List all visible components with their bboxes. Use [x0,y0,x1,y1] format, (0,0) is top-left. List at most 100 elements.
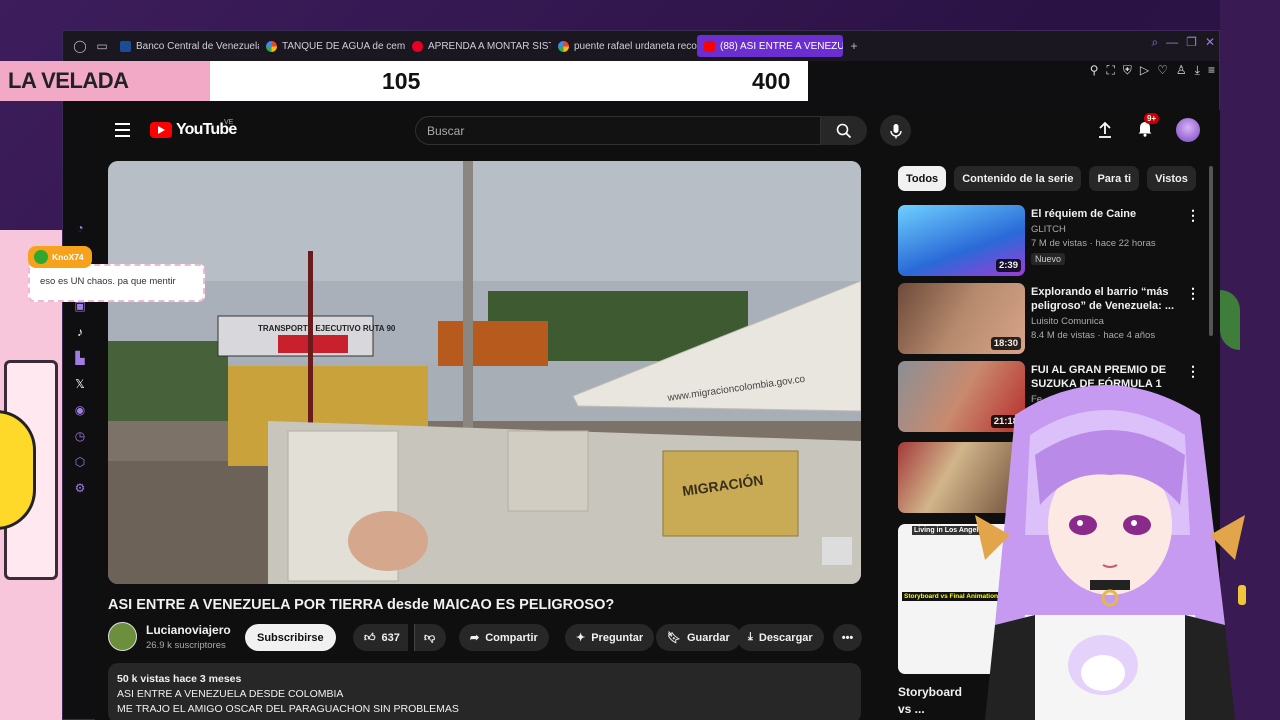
opera-logo-icon[interactable]: ◯ [69,35,91,57]
account-icon[interactable]: ♙ [1176,63,1187,78]
download-label: Descargar [758,631,813,644]
microphone-icon [889,123,902,138]
save-button[interactable]: 🔖︎ Guardar [656,624,741,651]
google-icon [266,40,277,52]
video-description[interactable]: 50 k vistas hace 3 meses ASI ENTRE A VEN… [108,663,861,720]
avatar[interactable] [1176,118,1200,142]
dislike-button[interactable]: 👎︎ [414,624,447,651]
tab-label: APRENDA A MONTAR SISTEMA [428,40,551,52]
close-icon[interactable]: ✕ [1205,35,1215,50]
more-vertical-icon[interactable]: ⋮ [1186,285,1200,302]
view-count-meta: 50 k vistas hace 3 meses [117,673,242,685]
tab-island-icon[interactable]: ▭ [91,35,113,57]
tab-label: (88) ASI ENTRE A VENEZUELA [720,40,843,52]
video-title: ASI ENTRE A VENEZUELA POR TIERRA desde M… [108,597,615,613]
tiktok-icon[interactable]: ♪ [77,325,83,339]
play-icon[interactable]: ▷ [1140,63,1149,78]
pinterest-icon [412,40,423,52]
search-input[interactable]: Buscar [415,116,821,145]
tab-0[interactable]: Banco Central de Venezuela [113,35,259,57]
save-label: Guardar [686,631,730,644]
twitch-icon[interactable]: ▙ [75,351,84,365]
download-icon[interactable]: ⤓ [1195,63,1200,78]
youtube-favicon-icon [704,40,715,52]
tab-3[interactable]: puente rafael urdaneta reconstrucción [551,35,697,57]
voice-search-button[interactable] [880,115,911,146]
share-icon: ➦ [470,632,480,644]
tab-4-active[interactable]: (88) ASI ENTRE A VENEZUELA [697,35,843,57]
ask-button[interactable]: ✦ Preguntar [565,624,655,651]
channel-name[interactable]: Lucianoviajero [146,623,231,637]
maximize-icon[interactable]: ❐ [1186,35,1197,50]
channel-subscribers: 26.9 k suscriptores [146,640,226,651]
tab-2[interactable]: APRENDA A MONTAR SISTEMA [405,35,551,57]
rec-meta: 7 M de vistas · hace 22 horas [1031,238,1156,249]
history-icon[interactable]: ◷ [75,429,85,443]
share-button[interactable]: ➦ Compartir [459,624,549,651]
channel-action-row: Lucianoviajero 26.9 k suscriptores Subsc… [108,622,868,652]
more-vertical-icon[interactable]: ⋮ [1186,207,1200,224]
settings-icon[interactable]: ⚙ [75,481,86,495]
chip-todos[interactable]: Todos [898,166,947,191]
rec-channel: Luisito Comunica [1031,316,1104,327]
snapshot-icon[interactable]: ⛶ [1106,63,1114,78]
recommendation-item[interactable]: 18:30 Explorando el barrio “más peligros… [898,283,1200,355]
like-count: 637 [381,631,400,644]
tab-label: Banco Central de Venezuela [136,40,259,52]
tab-favicon [120,40,131,52]
tab-1[interactable]: TANQUE DE AGUA de cemento [259,35,405,57]
tab-label: puente rafael urdaneta reconstrucción [574,40,697,52]
tab-label: TANQUE DE AGUA de cemento [282,40,405,52]
more-actions-button[interactable]: ••• [833,624,862,651]
minimize-icon[interactable]: — [1166,35,1178,50]
plus-icon[interactable]: + [843,35,865,57]
tab-bar: ◯ ▭ Banco Central de Venezuela TANQUE DE… [63,31,1219,61]
rec-title: El réquiem de Caine [1031,208,1137,220]
chat-username-badge: KnoX74 [28,246,92,268]
notifications-button[interactable]: 9+ [1136,112,1160,142]
recommendation-item[interactable]: 2:39 El réquiem de Caine GLITCH 7 M de v… [898,205,1200,277]
thumbs-up-icon: 👍︎ [364,632,376,644]
rec-meta: 8.4 M de vistas · hace 4 años [1031,330,1156,341]
heart-icon[interactable]: ♡ [1157,63,1168,78]
chip-series[interactable]: Contenido de la serie [954,166,1082,191]
search-icon [836,123,852,138]
thumbs-down-icon: 👎︎ [424,632,436,644]
x-icon[interactable]: 𝕏 [75,377,85,391]
scoreboard-overlay: LA VELADA 105 400 [0,61,808,101]
chip-vistos[interactable]: Vistos [1147,166,1196,191]
vpn-icon[interactable]: ⛨ [1123,63,1132,78]
recommendation-filter-chips: Todos Contenido de la serie Para ti Vist… [898,166,1196,191]
search-button[interactable] [821,116,867,145]
upload-icon[interactable] [1096,121,1114,139]
video-frame: TRANSPORTE EJECUTIVO RUTA 90 www.migraci… [108,161,861,584]
score-left: 105 [382,68,421,94]
rec-channel: GLITCH [1031,224,1066,235]
menu-icon[interactable]: ≡ [1208,63,1215,78]
player-icon[interactable]: ◉ [75,403,85,417]
header-actions: 9+ [1096,112,1200,142]
hamburger-menu-icon[interactable] [115,123,130,137]
scrollbar-thumb[interactable] [1209,166,1213,336]
video-thumbnail: 18:30 [898,283,1025,354]
sparkle-icon: ✦ [576,632,586,644]
sign-text: TRANSPORTE EJECUTIVO RUTA 90 [258,324,396,333]
bookmark-icon: 🔖︎ [667,632,681,644]
like-button[interactable]: 👍︎ 637 [353,624,408,651]
search-tabs-icon[interactable]: ⌕ [1151,35,1158,50]
video-thumbnail: 2:39 [898,205,1025,276]
video-player[interactable]: TRANSPORTE EJECUTIVO RUTA 90 www.migraci… [108,161,861,584]
chip-para-ti[interactable]: Para ti [1089,166,1140,191]
description-line: ASI ENTRE A VENEZUELA DESDE COLOMBIA [117,688,344,700]
extensions-icon[interactable]: ⬡ [75,455,85,469]
score-right: 400 [752,68,791,94]
subscribe-button[interactable]: Subscribirse [245,624,336,651]
chat-username: KnoX74 [52,252,84,262]
rec-title: Storyboard vs ... [898,685,963,716]
download-button[interactable]: ⤓ Descargar [737,624,824,651]
channel-avatar[interactable] [108,622,137,651]
country-code: VE [224,119,234,126]
messenger-icon[interactable]: ◔ [76,221,83,235]
download-icon: ⤓ [748,631,753,643]
pin-icon[interactable]: ⚲ [1090,63,1099,78]
